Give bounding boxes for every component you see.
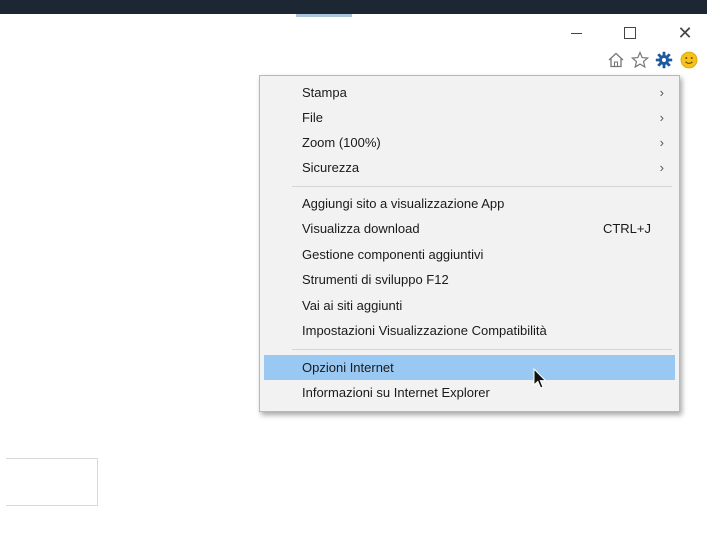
menu-item-add-site-to-apps[interactable]: Aggiungi sito a visualizzazione App <box>264 191 675 216</box>
minimize-icon <box>570 32 582 34</box>
tools-menu: Stampa › File › Zoom (100%) › Sicurezza … <box>259 75 680 412</box>
menu-item-label: Opzioni Internet <box>302 360 394 375</box>
menu-item-label: Zoom (100%) <box>302 135 381 150</box>
menu-item-view-downloads[interactable]: Visualizza download CTRL+J <box>264 216 675 241</box>
close-icon: ✕ <box>677 23 693 43</box>
submenu-arrow-icon: › <box>659 110 664 125</box>
menu-item-label: Impostazioni Visualizzazione Compatibili… <box>302 323 547 338</box>
menu-item-print[interactable]: Stampa › <box>264 80 675 105</box>
menu-item-label: Stampa <box>302 85 347 100</box>
menu-separator <box>292 349 672 350</box>
menu-item-shortcut: CTRL+J <box>602 221 651 236</box>
submenu-arrow-icon: › <box>659 85 664 100</box>
menu-item-internet-options[interactable]: Opzioni Internet <box>264 355 675 380</box>
mouse-cursor-icon <box>533 367 547 390</box>
menu-item-security[interactable]: Sicurezza › <box>264 155 675 180</box>
menu-item-pinned-sites[interactable]: Vai ai siti aggiunti <box>264 293 675 318</box>
submenu-arrow-icon: › <box>659 135 664 150</box>
menu-item-label: Sicurezza <box>302 160 360 175</box>
close-button[interactable]: ✕ <box>674 22 696 44</box>
menu-item-label: Gestione componenti aggiuntivi <box>302 247 484 262</box>
menu-item-developer-tools[interactable]: Strumenti di sviluppo F12 <box>264 267 675 292</box>
browser-top-bar <box>0 0 707 14</box>
page-input-box[interactable] <box>6 458 98 506</box>
menu-item-label: Visualizza download <box>302 221 420 236</box>
menu-item-label: Strumenti di sviluppo F12 <box>302 272 449 287</box>
tools-gear-icon[interactable] <box>654 50 674 70</box>
menu-item-label: Vai ai siti aggiunti <box>302 298 403 313</box>
minimize-button[interactable] <box>565 22 587 44</box>
active-tab-indicator <box>296 14 352 17</box>
menu-item-label: File <box>302 110 323 125</box>
menu-item-file[interactable]: File › <box>264 105 675 130</box>
menu-item-manage-add-ons[interactable]: Gestione componenti aggiuntivi <box>264 242 675 267</box>
menu-item-compatibility-view-settings[interactable]: Impostazioni Visualizzazione Compatibili… <box>264 318 675 343</box>
maximize-icon <box>624 27 636 39</box>
favorites-star-icon[interactable] <box>630 50 650 70</box>
maximize-button[interactable] <box>619 22 641 44</box>
submenu-arrow-icon: › <box>659 160 664 175</box>
menu-item-label: Informazioni su Internet Explorer <box>302 385 490 400</box>
menu-item-zoom[interactable]: Zoom (100%) › <box>264 130 675 155</box>
feedback-smiley-icon[interactable] <box>679 50 699 70</box>
menu-separator <box>292 186 672 187</box>
menu-item-about-internet-explorer[interactable]: Informazioni su Internet Explorer <box>264 380 675 405</box>
menu-item-label: Aggiungi sito a visualizzazione App <box>302 196 505 211</box>
home-icon[interactable] <box>606 50 626 70</box>
